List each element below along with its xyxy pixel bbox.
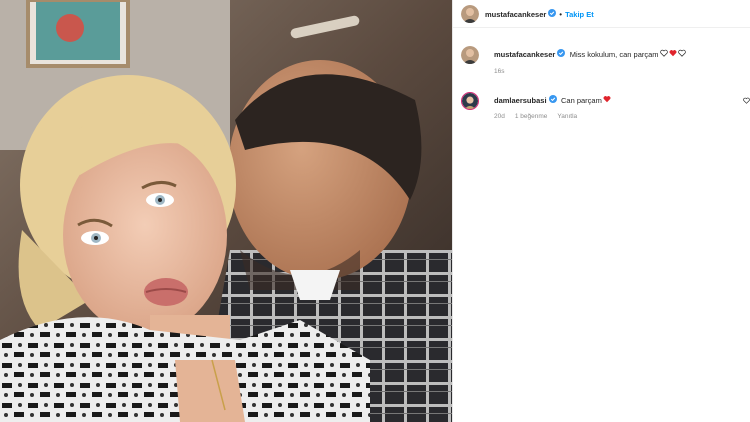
reply-button[interactable]: Yanıtla: [557, 113, 577, 120]
white-heart-icon: [659, 49, 668, 57]
white-heart-icon: [677, 49, 686, 57]
avatar-photo-icon: [461, 46, 479, 64]
comment-line: damlaersubasi Can parçam: [494, 94, 611, 106]
caption-avatar[interactable]: [461, 46, 479, 64]
avatar-photo-icon: [462, 93, 478, 109]
caption-time: 16s: [494, 68, 505, 75]
caption-text: Miss kokulum, can parçam: [569, 50, 659, 59]
separator-dot: •: [559, 10, 563, 19]
post-photo: [0, 0, 452, 422]
couple-selfie-image: [0, 0, 452, 422]
comment-username[interactable]: damlaersubasi: [494, 96, 547, 105]
red-heart-icon: [603, 95, 611, 103]
caption-line: mustafacankeser Miss kokulum, can parçam: [494, 48, 686, 60]
caption-username[interactable]: mustafacankeser: [494, 50, 555, 59]
post-header: mustafacankeser • Takip Et: [453, 0, 750, 28]
red-heart-icon: [669, 49, 677, 57]
comment-likes[interactable]: 1 beğenme: [515, 113, 548, 120]
comment-text: Can parçam: [560, 96, 602, 105]
verified-badge-icon: [548, 8, 557, 17]
avatar-photo-icon: [461, 5, 479, 23]
commenter-avatar[interactable]: [461, 92, 479, 110]
follow-button[interactable]: Takip Et: [565, 10, 594, 19]
verified-badge-icon: [557, 48, 566, 57]
author-avatar[interactable]: [461, 5, 479, 23]
comment-meta: 20d 1 beğenme Yanıtla: [494, 113, 587, 120]
author-username[interactable]: mustafacankeser: [485, 10, 546, 19]
post-sidebar: mustafacankeser • Takip Et mustafacankeser…: [452, 0, 750, 422]
caption-meta: 16s: [494, 68, 514, 75]
comment-time: 20d: [494, 113, 505, 120]
verified-badge-icon: [548, 94, 557, 103]
header-line: mustafacankeser • Takip Et: [485, 8, 594, 20]
like-comment-heart-icon[interactable]: [743, 97, 750, 104]
